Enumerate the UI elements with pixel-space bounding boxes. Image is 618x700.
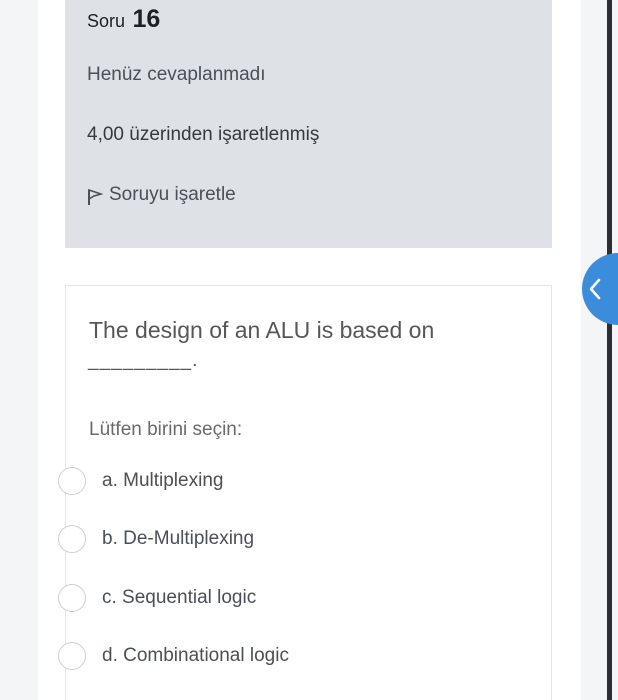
question-label: Soru bbox=[87, 11, 126, 31]
option-c-radio[interactable] bbox=[58, 584, 86, 612]
question-blank: _________. bbox=[88, 350, 199, 371]
option-a[interactable]: a. Multiplexing bbox=[58, 467, 223, 495]
drawer-toggle-button[interactable] bbox=[582, 253, 618, 325]
question-state: Henüz cevaplanmadı bbox=[87, 64, 266, 85]
question-number-value: 16 bbox=[132, 5, 161, 33]
option-d-radio[interactable] bbox=[58, 642, 86, 670]
option-b-radio[interactable] bbox=[58, 525, 86, 553]
answer-prompt: Lütfen birini seçin: bbox=[89, 419, 243, 440]
question-info-panel: Soru 16 Henüz cevaplanmadı 4,00 üzerinde… bbox=[65, 0, 552, 248]
drawer-divider bbox=[607, 0, 612, 700]
option-c-label: c. Sequential logic bbox=[102, 587, 257, 608]
option-a-label: a. Multiplexing bbox=[102, 470, 224, 491]
chevron-left-icon bbox=[589, 278, 601, 300]
flag-question-link[interactable]: Soruyu işaretle bbox=[87, 184, 236, 206]
flag-question-label: Soruyu işaretle bbox=[109, 184, 236, 205]
flag-icon bbox=[88, 188, 103, 205]
option-a-radio[interactable] bbox=[58, 467, 86, 495]
option-b[interactable]: b. De-Multiplexing bbox=[58, 525, 254, 553]
option-b-label: b. De-Multiplexing bbox=[102, 528, 255, 549]
option-d[interactable]: d. Combinational logic bbox=[58, 642, 289, 670]
option-c[interactable]: c. Sequential logic bbox=[58, 584, 256, 612]
question-text: The design of an ALU is based on bbox=[89, 317, 435, 343]
question-number: Soru 16 bbox=[87, 5, 160, 34]
option-d-label: d. Combinational logic bbox=[102, 645, 289, 666]
question-grade: 4,00 üzerinden işaretlenmiş bbox=[87, 124, 320, 145]
